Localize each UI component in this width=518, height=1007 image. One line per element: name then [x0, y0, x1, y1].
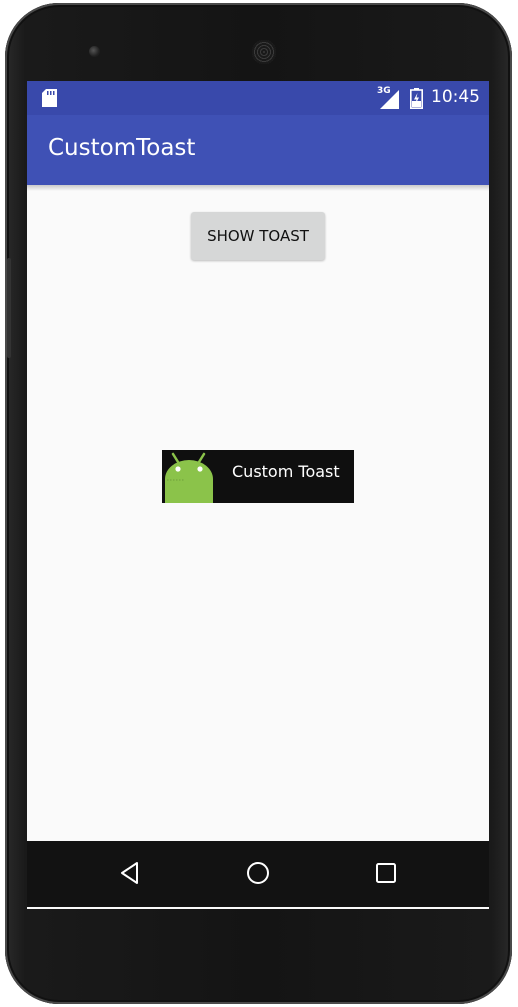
sd-card-icon	[42, 89, 57, 107]
toast-message: Custom Toast	[232, 462, 340, 481]
back-icon[interactable]	[115, 858, 145, 888]
show-toast-button[interactable]: SHOW TOAST	[191, 212, 325, 260]
home-icon[interactable]	[243, 858, 273, 888]
side-volume-button	[7, 258, 11, 358]
app-bar-shadow	[27, 185, 489, 191]
status-clock: 10:45	[431, 87, 480, 107]
recents-icon[interactable]	[371, 858, 401, 888]
front-camera-icon	[89, 46, 100, 57]
navigation-bar	[27, 841, 489, 907]
app-title: CustomToast	[48, 135, 196, 161]
earpiece-speaker-icon	[252, 40, 276, 64]
battery-charging-icon	[410, 88, 423, 109]
screen: 3G 10:45 CustomToast SHOW TOAST Custom T…	[27, 81, 489, 909]
custom-toast: Custom Toast	[162, 450, 354, 503]
status-bar: 3G 10:45	[27, 81, 489, 115]
app-bar: CustomToast	[27, 115, 489, 185]
network-type-label: 3G	[377, 86, 391, 96]
device-frame: 3G 10:45 CustomToast SHOW TOAST Custom T…	[0, 0, 518, 1007]
android-robot-icon	[165, 452, 213, 503]
